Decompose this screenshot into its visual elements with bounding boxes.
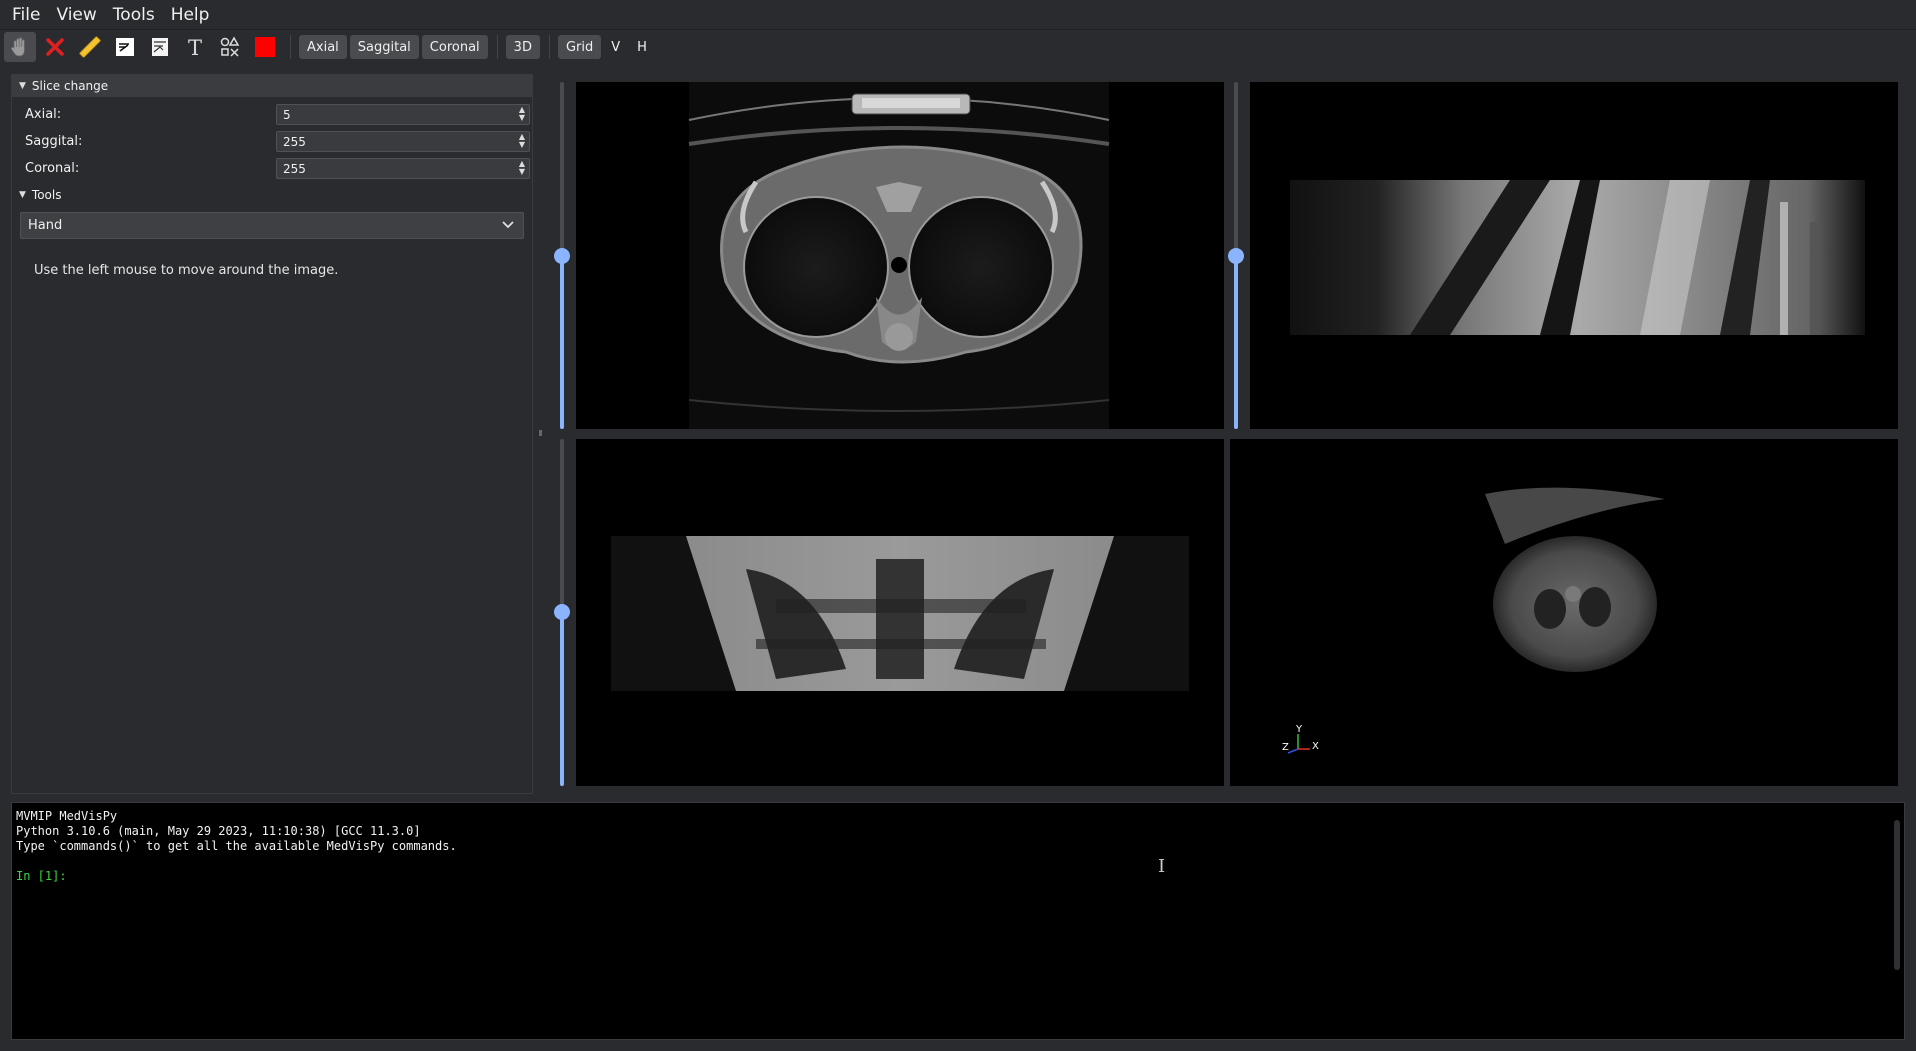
text-button[interactable]: T	[179, 32, 211, 62]
saggital-view[interactable]	[1250, 82, 1898, 429]
menu-bar: File View Tools Help	[0, 0, 1916, 29]
menu-file[interactable]: File	[6, 5, 46, 25]
toolbar-separator	[496, 35, 498, 59]
toolbar-separator	[548, 35, 550, 59]
ruler-icon	[79, 36, 101, 58]
svg-text:T: T	[188, 36, 202, 58]
coronal-field-row: Coronal: 255 ▲ ▼	[12, 155, 532, 182]
orientation-axes-icon: Y Z X	[1282, 724, 1319, 754]
grid-layout-button[interactable]: Grid	[557, 35, 602, 59]
left-panel: ▼ Slice change Axial: 5 ▲ ▼ Saggital: 255…	[11, 74, 533, 794]
collapse-triangle-icon: ▼	[19, 81, 26, 91]
toolbar-separator	[290, 35, 291, 59]
axial-slider-fill	[560, 256, 564, 429]
saggital-value: 255	[283, 134, 306, 149]
axis-y-label: Y	[1295, 724, 1303, 735]
color-button[interactable]	[249, 32, 281, 62]
coronal-spinbox[interactable]: 255 ▲ ▼	[276, 158, 530, 179]
shapes-button[interactable]	[214, 32, 246, 62]
spin-arrows-icon[interactable]: ▲ ▼	[519, 160, 525, 176]
annotate-button[interactable]	[144, 32, 176, 62]
horizontal-layout-button[interactable]: H	[630, 35, 654, 59]
collapse-triangle-icon: ▼	[19, 190, 26, 200]
menu-tools[interactable]: Tools	[107, 5, 161, 25]
menu-view[interactable]: View	[50, 5, 102, 25]
tools-section-header[interactable]: ▼ Tools	[12, 184, 532, 206]
menu-help[interactable]: Help	[165, 5, 216, 25]
axis-x-label: X	[1312, 741, 1319, 752]
saggital-slider-fill	[1234, 256, 1238, 429]
console-line: Type `commands()` to get all the availab…	[16, 839, 457, 853]
saggital-field-row: Saggital: 255 ▲ ▼	[12, 128, 532, 155]
coronal-label: Coronal:	[25, 161, 80, 176]
axial-view-button[interactable]: Axial	[299, 35, 347, 59]
hand-tool-button[interactable]	[4, 32, 36, 62]
text-cursor-icon: I	[1158, 856, 1166, 877]
spin-arrows-icon[interactable]: ▲ ▼	[519, 133, 525, 149]
python-console[interactable]: MVMIP MedVisPy Python 3.10.6 (main, May …	[11, 802, 1905, 1040]
delete-icon	[46, 38, 64, 56]
coronal-view-button[interactable]: Coronal	[421, 35, 488, 59]
coronal-slider-handle[interactable]	[554, 604, 570, 620]
3d-volume-render: Y Z X	[1282, 487, 1665, 754]
slice-change-section-header[interactable]: ▼ Slice change	[12, 75, 532, 97]
panel-splitter-handle[interactable]	[539, 430, 542, 436]
tool-select[interactable]: Hand	[20, 212, 524, 239]
axial-slider-handle[interactable]	[554, 248, 570, 264]
axial-label: Axial:	[25, 107, 62, 122]
console-scrollbar[interactable]	[1892, 808, 1902, 1036]
axial-view[interactable]	[576, 82, 1224, 429]
axial-spinbox[interactable]: 5 ▲ ▼	[276, 104, 530, 125]
toolbar: T Axial Saggital Coronal 3D Grid V H	[0, 29, 1916, 64]
vertical-layout-button[interactable]: V	[604, 35, 627, 59]
tool-help-text: Use the left mouse to move around the im…	[34, 263, 339, 278]
saggital-label: Saggital:	[25, 134, 83, 149]
axis-z-label: Z	[1282, 742, 1289, 753]
saggital-view-button[interactable]: Saggital	[349, 35, 419, 59]
delete-button[interactable]	[39, 32, 71, 62]
tool-select-value: Hand	[28, 218, 63, 233]
tools-title: Tools	[31, 188, 62, 202]
axial-value: 5	[283, 107, 291, 122]
paint-button[interactable]	[109, 32, 141, 62]
saggital-ct-image	[1290, 180, 1865, 335]
axial-field-row: Axial: 5 ▲ ▼	[12, 101, 532, 128]
console-line: Python 3.10.6 (main, May 29 2023, 11:10:…	[16, 824, 421, 838]
saggital-spinbox[interactable]: 255 ▲ ▼	[276, 131, 530, 152]
slice-change-title: Slice change	[31, 79, 109, 93]
console-line: MVMIP MedVisPy	[16, 809, 118, 823]
annotate-icon	[152, 38, 168, 56]
chevron-down-icon	[502, 221, 514, 229]
shapes-icon	[220, 36, 240, 57]
saggital-slider-handle[interactable]	[1228, 248, 1244, 264]
console-prompt[interactable]: In [1]:	[16, 869, 1904, 884]
coronal-view[interactable]	[576, 439, 1224, 786]
ruler-button[interactable]	[74, 32, 106, 62]
coronal-slider-fill	[560, 612, 564, 786]
text-icon: T	[188, 36, 202, 58]
3d-view-button[interactable]: 3D	[505, 35, 540, 59]
axial-ct-image	[688, 82, 1110, 429]
spin-arrows-icon[interactable]: ▲ ▼	[519, 106, 525, 122]
color-swatch-icon	[255, 37, 275, 57]
paint-icon	[116, 38, 134, 56]
viewer-area: Y Z X	[547, 74, 1905, 786]
3d-view[interactable]: Y Z X	[1230, 439, 1898, 786]
hand-tool-icon	[10, 37, 25, 57]
console-scrollbar-thumb[interactable]	[1894, 820, 1900, 970]
coronal-value: 255	[283, 161, 306, 176]
coronal-ct-image	[611, 536, 1189, 691]
